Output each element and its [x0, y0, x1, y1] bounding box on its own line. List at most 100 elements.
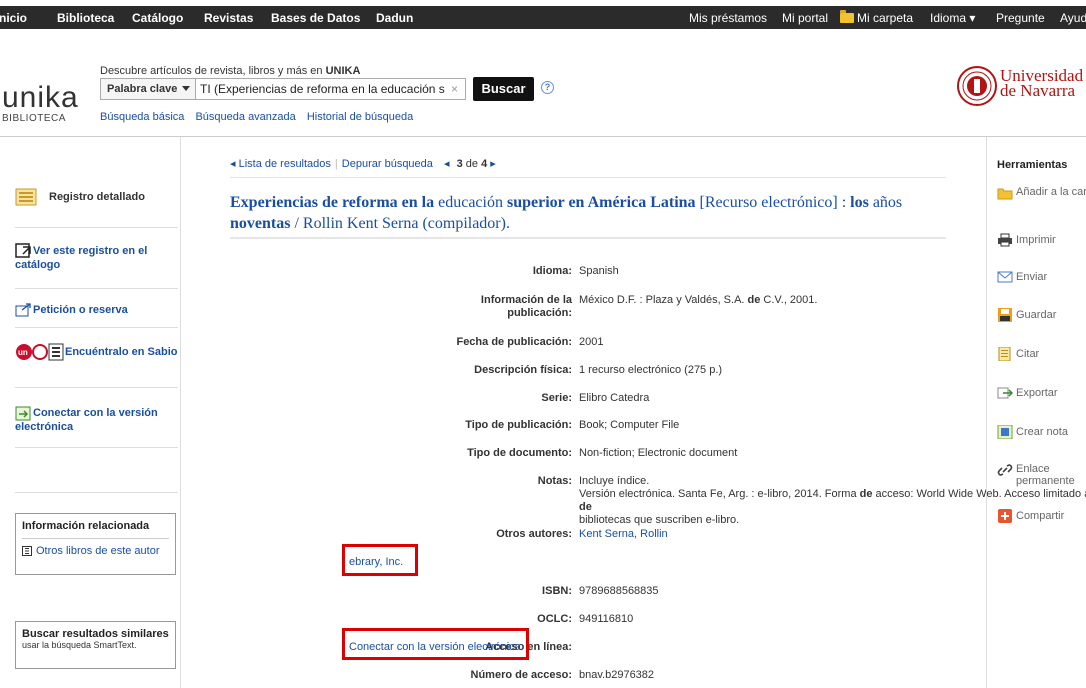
- tool-print[interactable]: Imprimir: [997, 233, 1056, 247]
- tools-panel: Herramientas Añadir a la carpeta Imprimi…: [986, 137, 1086, 688]
- document-list-icon: [15, 188, 37, 206]
- tool-add-to-folder[interactable]: Añadir a la carpeta: [997, 186, 1086, 200]
- request-icon: [15, 303, 31, 317]
- tool-save[interactable]: Guardar: [997, 308, 1056, 322]
- title-fragment: años: [868, 194, 903, 211]
- other-books-link[interactable]: Otros libros de este autor: [22, 545, 169, 557]
- nav-catalogo[interactable]: Catálogo: [132, 11, 183, 25]
- title-fragment: noventas: [230, 215, 291, 232]
- printer-icon: [998, 233, 1012, 247]
- link-icon: [997, 464, 1013, 476]
- advanced-search-link[interactable]: Búsqueda avanzada: [195, 111, 295, 123]
- sidebar-encuentralo-sabio[interactable]: un Encuéntralo en Sabio: [15, 343, 178, 361]
- nav-inicio[interactable]: nicio: [0, 11, 27, 25]
- isbn-label: ISBN:: [542, 585, 572, 597]
- basic-search-link[interactable]: Búsqueda básica: [100, 111, 184, 123]
- title-fragment: superior en América Latina: [506, 194, 696, 211]
- title-fragment: los: [850, 194, 869, 211]
- divider: [15, 288, 178, 289]
- otros-autores-label: Otros autores:: [496, 528, 572, 540]
- search-header: unika BIBLIOTECA Descubre artículos de r…: [0, 29, 1086, 137]
- title-fragment: / Rollin Kent Serna (compilador).: [290, 215, 510, 232]
- search-input[interactable]: TI (Experiencias de reforma en la educac…: [196, 78, 466, 100]
- author-link-ebrary[interactable]: ebrary, Inc.: [349, 556, 403, 569]
- serie-value: Elibro Catedra: [579, 392, 650, 404]
- svg-text:un: un: [18, 348, 28, 357]
- tools-heading: Herramientas: [997, 159, 1068, 171]
- nav-bases-de-datos[interactable]: Bases de Datos: [271, 11, 360, 25]
- result-pager: ◂ Lista de resultados | Depurar búsqueda ◂…: [230, 157, 496, 170]
- cite-icon: [998, 347, 1011, 361]
- fecha-label: Fecha de publicación:: [456, 336, 572, 348]
- publicacion-label: Información de la publicación:: [480, 294, 572, 319]
- electronic-version-icon: [15, 406, 31, 421]
- sidebar-peticion-reserva[interactable]: Petición o reserva: [15, 303, 178, 317]
- nav-ayuda[interactable]: Ayud: [1060, 11, 1086, 25]
- oclc-label: OCLC:: [537, 613, 572, 625]
- folder-icon: [840, 10, 854, 23]
- publicacion-value: México D.F. : Plaza y Valdés, S.A. de C.…: [579, 294, 818, 306]
- share-plus-icon: [998, 509, 1012, 523]
- numero-acceso-label: Número de acceso:: [470, 669, 572, 681]
- search-history-link[interactable]: Historial de búsqueda: [307, 111, 413, 123]
- tool-export[interactable]: Exportar: [997, 386, 1058, 400]
- chevron-down-icon: [182, 86, 190, 91]
- left-sidebar: Registro detallado Ver este registro en …: [0, 137, 181, 688]
- related-info-title: Información relacionada: [22, 520, 169, 539]
- next-record-icon[interactable]: ▸: [490, 158, 496, 170]
- tool-permalink[interactable]: Enlace permanente: [997, 463, 1080, 487]
- note-icon: [997, 425, 1013, 439]
- online-access-link[interactable]: Conectar con la versión electrónica: [349, 641, 521, 654]
- help-icon[interactable]: ?: [541, 81, 554, 94]
- search-button[interactable]: Buscar: [473, 77, 534, 101]
- author-link-kent-serna[interactable]: Kent Serna, Rollin: [579, 528, 668, 541]
- tool-send[interactable]: Enviar: [997, 270, 1047, 284]
- title-fragment: educación: [434, 194, 507, 211]
- nav-mis-prestamos[interactable]: Mis préstamos: [689, 11, 767, 25]
- email-icon: [997, 271, 1013, 283]
- oclc-value: 949116810: [579, 613, 634, 625]
- tool-share[interactable]: Compartir: [997, 509, 1064, 523]
- external-window-icon: [15, 243, 31, 258]
- record-title[interactable]: Experiencias de reforma en la educación …: [230, 192, 946, 234]
- search-links: Búsqueda básica Búsqueda avanzada Histor…: [100, 111, 421, 123]
- divider: [15, 387, 178, 388]
- nav-pregunte[interactable]: Pregunte: [996, 11, 1045, 25]
- tipo-documento-value: Non-fiction; Electronic document: [579, 447, 738, 459]
- divider: [15, 492, 178, 493]
- tool-cite[interactable]: Citar: [997, 347, 1039, 361]
- divider: [15, 447, 178, 448]
- fecha-value: 2001: [579, 336, 604, 348]
- search-type-select[interactable]: Palabra clave: [100, 78, 196, 100]
- refine-search-link[interactable]: Depurar búsqueda: [342, 158, 433, 170]
- divider: [230, 177, 946, 178]
- nav-mi-carpeta[interactable]: Mi carpeta: [840, 10, 913, 25]
- tipo-publicacion-value: Book; Computer File: [579, 419, 680, 431]
- tool-create-note[interactable]: Crear nota: [997, 425, 1068, 439]
- similar-results-panel[interactable]: Buscar resultados similares usar la búsq…: [15, 621, 176, 669]
- record-total: 4: [481, 158, 488, 170]
- nav-dadun[interactable]: Dadun: [376, 11, 413, 25]
- numero-acceso-value: bnav.b2976382: [579, 669, 655, 681]
- title-fragment: Experiencias de reforma en la: [230, 194, 435, 211]
- sidebar-conectar-version[interactable]: Conectar con la versión electrónica: [15, 405, 178, 433]
- nav-mi-portal[interactable]: Mi portal: [782, 11, 828, 25]
- nav-biblioteca[interactable]: Biblioteca: [57, 11, 114, 25]
- university-name[interactable]: Universidad de Navarra: [1000, 67, 1083, 99]
- university-seal-icon: [957, 66, 997, 106]
- idioma-value: Spanish: [579, 265, 619, 277]
- unika-logo[interactable]: unika: [2, 81, 79, 115]
- record-position: 3: [456, 158, 463, 170]
- clear-search-icon[interactable]: ×: [451, 82, 458, 96]
- results-list-link[interactable]: ◂ Lista de resultados: [230, 158, 331, 170]
- nav-revistas[interactable]: Revistas: [204, 11, 253, 25]
- tipo-documento-label: Tipo de documento:: [467, 447, 572, 459]
- sidebar-ver-catalogo[interactable]: Ver este registro en el catálogo: [15, 243, 178, 271]
- similar-results-title[interactable]: Buscar resultados similares: [22, 628, 169, 640]
- isbn-value: 9789688568835: [579, 585, 659, 597]
- record-of-label: de: [465, 158, 478, 170]
- nav-idioma-dropdown[interactable]: Idioma ▾: [930, 11, 975, 25]
- similar-results-subtitle: usar la búsqueda SmartText.: [22, 640, 137, 650]
- prev-record-icon[interactable]: ◂: [444, 158, 450, 170]
- divider: |: [334, 158, 338, 170]
